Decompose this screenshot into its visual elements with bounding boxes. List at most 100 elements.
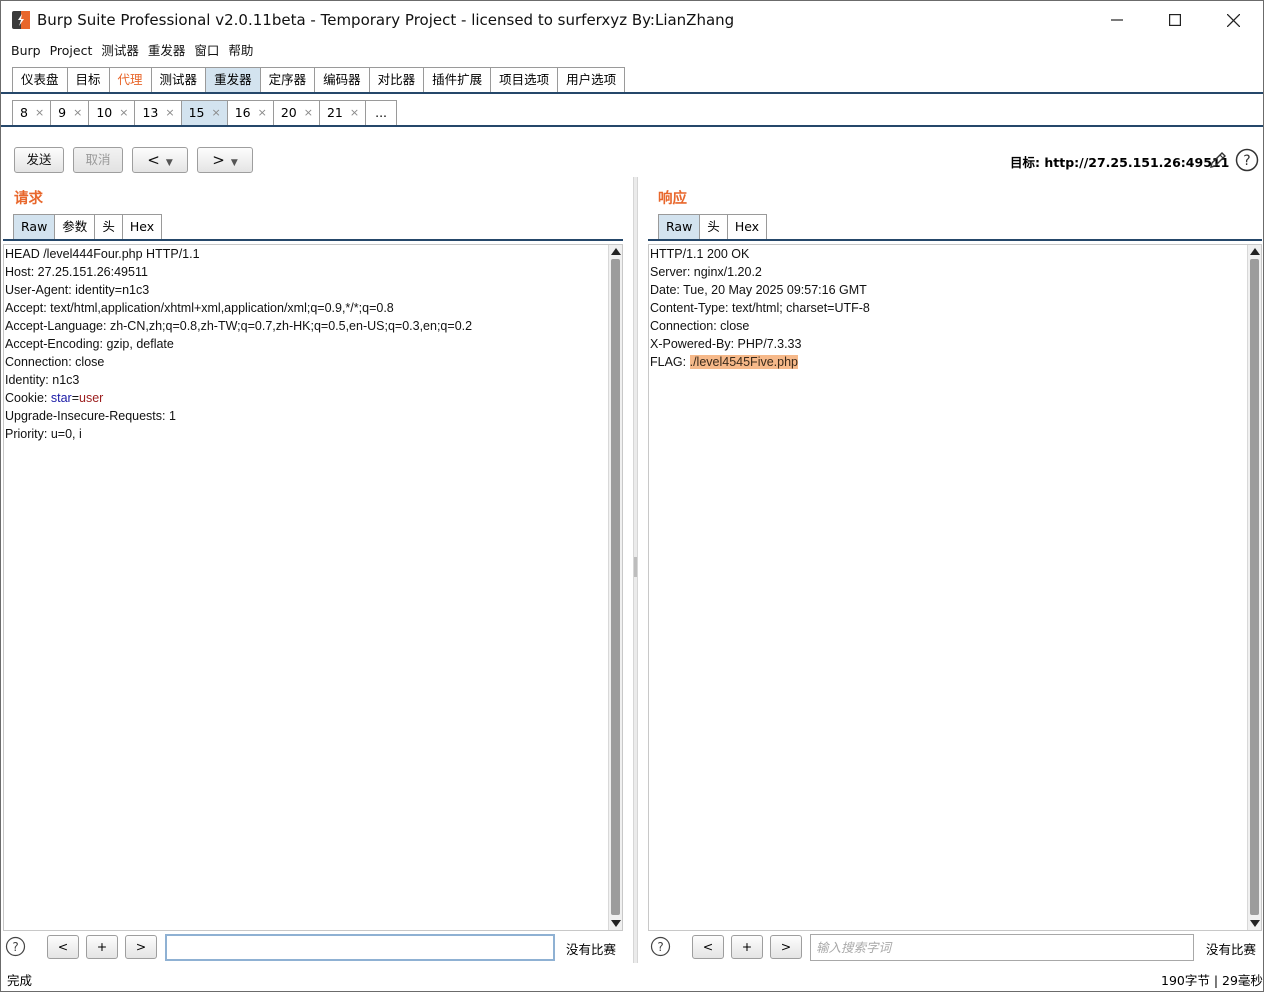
scroll-down-arrow-icon[interactable] — [611, 920, 621, 927]
menu-intruder[interactable]: 测试器 — [101, 41, 139, 63]
tab-intruder[interactable]: 测试器 — [150, 67, 206, 93]
help-icon[interactable]: ? — [5, 936, 26, 957]
tab-comparer[interactable]: 对比器 — [368, 67, 424, 93]
tab-project-options[interactable]: 项目选项 — [490, 67, 558, 93]
response-search-input[interactable] — [810, 934, 1194, 961]
repeater-tab[interactable]: 20 × — [272, 100, 319, 126]
tab-close-icon[interactable]: × — [35, 101, 44, 125]
scroll-up-arrow-icon[interactable] — [611, 248, 621, 255]
tab-close-icon[interactable]: × — [73, 101, 82, 125]
tab-repeater[interactable]: 重发器 — [205, 67, 260, 93]
tab-close-icon[interactable]: × — [258, 101, 267, 125]
dropdown-arrow-icon: ▼ — [230, 158, 238, 168]
repeater-tab-label: 15 — [188, 105, 205, 120]
repeater-tab-label: 13 — [142, 105, 159, 120]
search-prev-button[interactable]: < — [47, 935, 79, 959]
response-tab-raw[interactable]: Raw — [658, 214, 700, 240]
request-tab-raw[interactable]: Raw — [13, 214, 55, 240]
status-text: 完成 — [7, 973, 33, 988]
search-next-button[interactable]: > — [125, 935, 157, 959]
help-icon[interactable]: ? — [1235, 148, 1259, 172]
scroll-thumb[interactable] — [1250, 259, 1259, 915]
tab-close-icon[interactable]: × — [304, 101, 313, 125]
tab-close-icon[interactable]: × — [165, 101, 174, 125]
menu-help[interactable]: 帮助 — [228, 41, 253, 63]
repeater-tab-label: 9 — [58, 105, 67, 120]
tab-dashboard[interactable]: 仪表盘 — [12, 67, 67, 93]
cookie-param-value: user — [79, 391, 104, 405]
response-tab-hex[interactable]: Hex — [726, 214, 768, 240]
menu-burp[interactable]: Burp — [11, 41, 41, 63]
request-search-input[interactable] — [165, 934, 555, 961]
request-tab-hex[interactable]: Hex — [121, 214, 163, 240]
main-tab-bar: 仪表盘 目标 代理 测试器 重发器 定序器 编码器 对比器 插件扩展 项目选项 … — [12, 67, 626, 93]
repeater-tab[interactable]: 8 × — [12, 100, 51, 126]
scroll-up-arrow-icon[interactable] — [1250, 248, 1260, 255]
request-panel-title: 请求 — [14, 191, 43, 207]
history-back-button[interactable]: < ▼ — [132, 147, 188, 173]
repeater-tab-active[interactable]: 15 × — [180, 100, 227, 126]
request-line: Accept-Language: zh-CN,zh;q=0.8,zh-TW;q=… — [5, 319, 473, 333]
repeater-tab-underline — [1, 125, 1263, 127]
repeater-tab[interactable]: 9 × — [50, 100, 89, 126]
repeater-tab[interactable]: 16 × — [226, 100, 273, 126]
tab-extender[interactable]: 插件扩展 — [423, 67, 491, 93]
help-icon[interactable]: ? — [650, 936, 671, 957]
repeater-tab[interactable]: 10 × — [88, 100, 135, 126]
tab-decoder[interactable]: 编码器 — [314, 67, 369, 93]
response-line: Date: Tue, 20 May 2025 09:57:16 GMT — [650, 283, 867, 297]
request-match-status: 没有比赛 — [566, 942, 617, 957]
send-button[interactable]: 发送 — [14, 147, 64, 173]
new-tab-button[interactable]: ... — [365, 100, 398, 126]
response-tab-headers[interactable]: 头 — [699, 214, 727, 240]
tab-close-icon[interactable]: × — [212, 101, 221, 125]
maximize-icon — [1169, 14, 1181, 26]
menu-project[interactable]: Project — [50, 41, 93, 63]
request-cookie-line: Cookie: star=user — [5, 389, 472, 407]
repeater-tab[interactable]: 21 × — [318, 100, 366, 126]
splitter-grip[interactable] — [634, 557, 637, 577]
panel-splitter[interactable] — [633, 177, 638, 963]
request-tab-headers[interactable]: 头 — [94, 214, 122, 240]
response-editor[interactable]: HTTP/1.1 200 OK Server: nginx/1.20.2 Dat… — [648, 244, 1262, 931]
tab-user-options[interactable]: 用户选项 — [557, 67, 626, 93]
response-line: Server: nginx/1.20.2 — [650, 265, 762, 279]
scroll-thumb[interactable] — [611, 259, 620, 915]
cancel-button[interactable]: 取消 — [73, 147, 123, 173]
history-forward-button[interactable]: > ▼ — [197, 147, 253, 173]
burp-logo-icon — [12, 11, 30, 29]
scroll-down-arrow-icon[interactable] — [1250, 920, 1260, 927]
repeater-tab-label: 8 — [20, 105, 28, 120]
request-editor[interactable]: HEAD /level444Four.php HTTP/1.1 Host: 27… — [3, 244, 623, 931]
tab-proxy[interactable]: 代理 — [108, 67, 151, 93]
chevron-right-icon: > — [212, 151, 225, 169]
search-add-button[interactable]: + — [86, 935, 118, 959]
maximize-button[interactable] — [1146, 1, 1204, 39]
close-button[interactable] — [1204, 1, 1262, 39]
repeater-tab[interactable]: 13 × — [134, 100, 181, 126]
response-flag-line: FLAG: ./level4545Five.php — [650, 353, 870, 371]
tab-close-icon[interactable]: × — [119, 101, 128, 125]
response-line: Content-Type: text/html; charset=UTF-8 — [650, 301, 870, 315]
repeater-tab-label: 20 — [280, 105, 297, 120]
request-tab-params[interactable]: 参数 — [54, 214, 95, 240]
tab-close-icon[interactable]: × — [350, 101, 359, 125]
burp-window: Burp Suite Professional v2.0.11beta - Te… — [0, 0, 1264, 992]
search-prev-button[interactable]: < — [692, 935, 724, 959]
response-view-tabs: Raw 头 Hex — [658, 214, 768, 240]
tab-target[interactable]: 目标 — [66, 67, 109, 93]
search-add-button[interactable]: + — [731, 935, 763, 959]
menu-repeater[interactable]: 重发器 — [148, 41, 186, 63]
search-next-button[interactable]: > — [770, 935, 802, 959]
response-scrollbar[interactable] — [1247, 245, 1261, 930]
tab-sequencer[interactable]: 定序器 — [259, 67, 315, 93]
repeater-tab-label: 21 — [326, 105, 343, 120]
pencil-icon[interactable] — [1207, 149, 1229, 171]
main-tab-underline — [1, 92, 1263, 94]
request-scrollbar[interactable] — [608, 245, 622, 930]
svg-text:?: ? — [1243, 153, 1250, 169]
repeater-tab-label: 16 — [234, 105, 251, 120]
response-match-status: 没有比赛 — [1206, 942, 1257, 957]
menu-window[interactable]: 窗口 — [194, 41, 219, 63]
minimize-button[interactable] — [1088, 1, 1146, 39]
